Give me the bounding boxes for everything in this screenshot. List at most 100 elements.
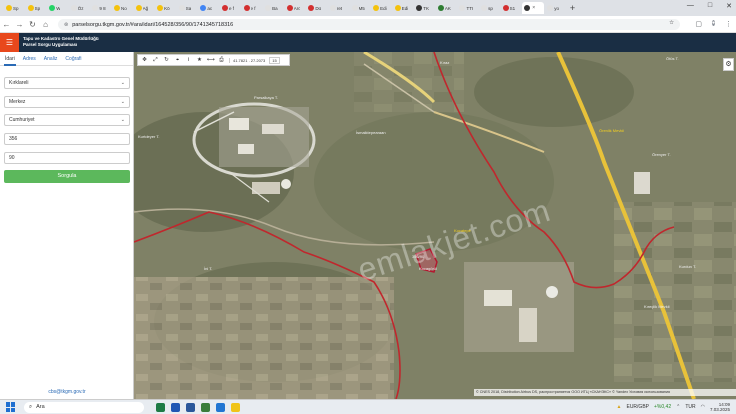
tab-label: yo — [554, 5, 560, 11]
windows-start-icon[interactable] — [6, 402, 16, 412]
print-icon[interactable]: ⎙ — [218, 57, 225, 64]
excel-icon[interactable] — [156, 402, 165, 412]
query-button[interactable]: Sorgula — [4, 170, 130, 183]
map-attribution: © CNES 2018, Distribution Airbus DS, рас… — [474, 389, 736, 396]
word-icon[interactable] — [186, 402, 195, 412]
browser-tab[interactable]: M5 — [350, 2, 371, 14]
browser-tab[interactable]: Arc — [285, 2, 306, 14]
neighborhood-select[interactable]: Cumhuriyet ⌄ — [4, 114, 130, 126]
tab-cografi[interactable]: Coğrafi — [64, 52, 82, 66]
hamburger-menu-icon[interactable]: ☰ — [0, 33, 19, 52]
tab-favicon-icon — [351, 5, 358, 11]
wifi-icon[interactable]: ◠ — [701, 404, 705, 410]
browser-tab[interactable]: × — [522, 2, 545, 14]
browser-tab[interactable]: ac — [198, 2, 219, 14]
site-info-icon[interactable]: ⊜ — [64, 22, 68, 28]
parcel-input[interactable]: 90 — [4, 152, 130, 164]
browser-tab[interactable]: AK — [436, 2, 457, 14]
browser-tab[interactable]: 9 8 — [90, 2, 111, 14]
map-label: Kurtdeyer T. — [138, 134, 160, 139]
tab-favicon-icon — [243, 5, 250, 11]
home-icon[interactable]: ⌂ — [39, 20, 52, 29]
browser-tab[interactable]: Edi — [371, 2, 392, 14]
coordinate-readout: 41.7821 . 27.2073 — [229, 57, 265, 63]
neighborhood-value: Cumhuriyet — [9, 117, 35, 123]
bookmark-star-icon[interactable]: ☆ — [669, 20, 674, 26]
pinned-apps — [156, 402, 240, 412]
locate-icon[interactable]: ⌖ — [174, 57, 181, 64]
edge-icon[interactable] — [216, 402, 225, 412]
browser-tab[interactable]: Ağ — [134, 2, 155, 14]
reload-icon[interactable]: ↻ — [26, 20, 39, 29]
tab-label: sp — [488, 5, 493, 11]
tab-favicon-icon — [524, 5, 531, 11]
map-label: Kıreçlik Mevkii — [644, 304, 670, 309]
browser-tab[interactable]: Sa — [177, 2, 198, 14]
forward-icon[interactable]: → — [13, 20, 26, 29]
measure-icon[interactable]: ⟷ — [207, 57, 215, 63]
new-tab-button[interactable]: + — [570, 3, 575, 13]
taskbar-search[interactable]: ⌕ Ara — [24, 401, 144, 413]
browser-tab[interactable]: Dü — [306, 2, 327, 14]
block-input[interactable]: 356 — [4, 133, 130, 145]
browser-tab[interactable]: Edi — [393, 2, 414, 14]
tab-idari[interactable]: İdari — [4, 52, 16, 66]
tab-favicon-icon — [265, 5, 272, 11]
outlook-icon[interactable] — [171, 402, 180, 412]
browser-tab[interactable]: sp — [479, 2, 500, 14]
contact-email-link[interactable]: cbs@tkgm.gov.tr — [0, 389, 134, 395]
tab-favicon-icon — [329, 5, 336, 11]
bookmark-icon[interactable]: ★ — [196, 57, 203, 63]
maximize-icon[interactable]: □ — [708, 2, 712, 10]
pan-icon[interactable]: ✥ — [141, 57, 148, 63]
back-icon[interactable]: ← — [0, 20, 13, 29]
browser-tab[interactable]: Kö — [155, 2, 176, 14]
avatar[interactable]: ● — [711, 20, 715, 26]
district-select[interactable]: Merkez ⌄ — [4, 96, 130, 108]
file-explorer-icon[interactable] — [231, 402, 240, 412]
chevron-up-icon[interactable]: ⌃ — [676, 404, 680, 410]
extensions-icon[interactable]: ▢ — [695, 20, 702, 28]
language-indicator[interactable]: TUR — [685, 404, 695, 410]
info-icon[interactable]: ⅰ — [185, 57, 192, 63]
browser-tab[interactable]: No — [112, 2, 133, 14]
province-select[interactable]: Kırklareli ⌄ — [4, 77, 130, 89]
browser-tab[interactable]: S1 — [501, 2, 522, 14]
tab-favicon-icon — [459, 5, 466, 11]
close-window-icon[interactable]: ✕ — [726, 2, 732, 10]
tab-adres[interactable]: Adres — [22, 52, 37, 66]
tab-favicon-icon — [394, 5, 401, 11]
tab-label: ret — [336, 5, 343, 11]
url-bar[interactable]: ⊜ parselsorgu.tkgm.gov.tr/#ara/idari/164… — [58, 19, 680, 30]
parcel-label: 356/90 — [412, 254, 425, 259]
satellite-map[interactable]: emlakjet.com Parsalkaya T. Kurtdeyer T. … — [134, 52, 736, 399]
taskbar-search-placeholder: Ara — [36, 404, 45, 410]
gear-icon[interactable]: ⚙ — [723, 58, 734, 71]
app-title-line2: Parsel Sorgu Uygulaması — [23, 42, 78, 47]
tab-label: Kö — [164, 5, 170, 11]
close-tab-icon[interactable]: × — [532, 5, 535, 11]
browser-tab[interactable]: e f — [220, 2, 241, 14]
profile-icon[interactable]: ● — [711, 19, 715, 28]
zoom-level[interactable]: 15 — [269, 56, 280, 64]
browser-tab[interactable]: TK — [414, 2, 435, 14]
browser-tab[interactable]: e f — [242, 2, 263, 14]
zoom-extent-icon[interactable]: ⤢ — [152, 57, 159, 64]
minimize-icon[interactable]: — — [687, 2, 694, 10]
browser-tab[interactable]: Sp — [26, 2, 47, 14]
clock[interactable]: 14:09 7.03.2025 — [710, 402, 730, 412]
app-icon[interactable] — [201, 402, 210, 412]
refresh-icon[interactable]: ↻ — [163, 57, 170, 63]
browser-tab[interactable]: Ba — [263, 2, 284, 14]
tab-analiz[interactable]: Analiz — [43, 52, 59, 66]
district-value: Merkez — [9, 99, 26, 105]
browser-tab[interactable]: Sp — [4, 2, 25, 14]
browser-tab[interactable]: W — [47, 2, 68, 14]
app-title: Tapu ve Kadastro Genel Müdürlüğü Parsel … — [23, 36, 99, 48]
browser-tab[interactable]: yo — [545, 2, 566, 14]
browser-tab[interactable]: Öz — [69, 2, 90, 14]
browser-tab[interactable]: ret — [328, 2, 349, 14]
browser-menu-icon[interactable]: ⋮ — [725, 20, 732, 28]
tab-favicon-icon — [308, 5, 315, 11]
browser-tab[interactable]: TTI — [457, 2, 478, 14]
